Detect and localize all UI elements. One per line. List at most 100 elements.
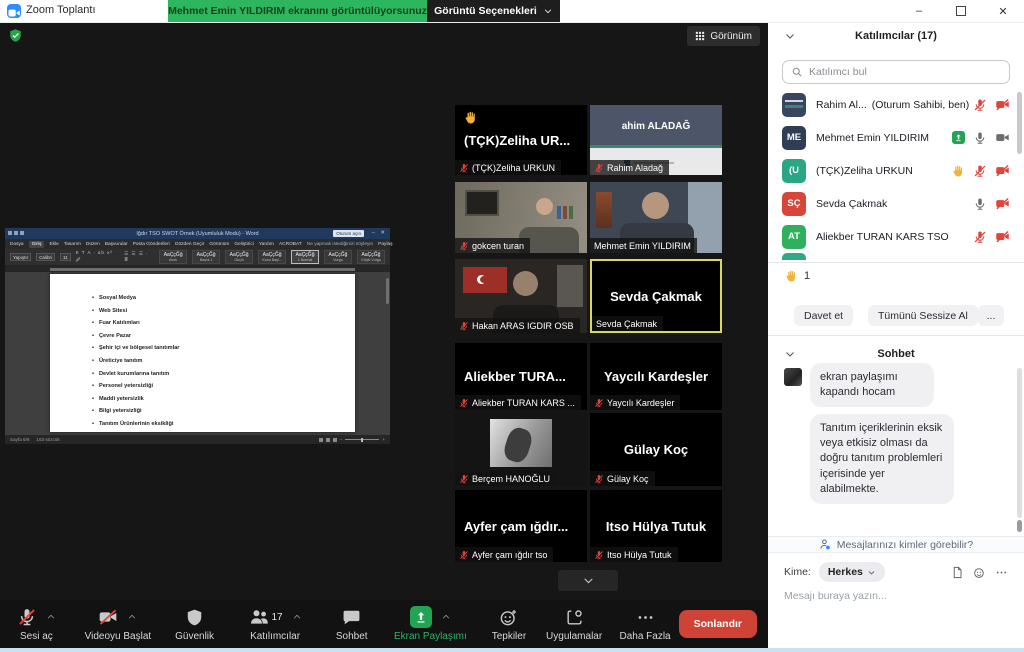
participant-row-zeliha[interactable]: (U (TÇK)Zeliha URKUN <box>768 154 1024 187</box>
more-dots-icon[interactable] <box>995 566 1008 579</box>
grid-view-icon <box>695 31 705 41</box>
end-meeting-button[interactable]: Sonlandır <box>679 610 757 638</box>
mic-muted-icon <box>459 398 469 408</box>
video-tile-zeliha[interactable]: (TÇK)Zeliha UR... (TÇK)Zeliha URKUN <box>455 105 587 175</box>
view-options-button[interactable]: Görüntü Seçenekleri <box>427 0 560 22</box>
mute-all-button[interactable]: Tümünü Sessize Al <box>868 305 978 326</box>
participants-button[interactable]: 17 Katılımcılar <box>226 600 324 648</box>
emoji-icon[interactable] <box>973 566 986 579</box>
avatar: AT <box>782 225 806 249</box>
tile-name-chip: Yaycılı Kardeşler <box>590 395 680 410</box>
word-style-normal: AaÇçĞğ1 Normal <box>291 250 319 265</box>
toolbar-label: Sohbet <box>336 631 368 642</box>
video-tile-sevda-active-speaker[interactable]: Sevda Çakmak Sevda Çakmak <box>590 259 722 333</box>
avatar: SÇ <box>782 192 806 216</box>
camera-off-icon <box>995 163 1010 178</box>
word-tab-giris: Giriş <box>29 241 45 248</box>
word-style-alinti: AaÇçĞğAlıntı <box>159 250 187 265</box>
avatar <box>782 93 806 117</box>
chat-scrollbar-thumb[interactable] <box>1017 520 1022 532</box>
minimize-button[interactable]: – <box>898 0 940 22</box>
camera-off-icon <box>995 97 1010 112</box>
apps-button[interactable]: Uygulamalar <box>537 600 612 648</box>
raised-hand-icon <box>784 269 798 283</box>
chevron-up-icon[interactable] <box>127 612 137 622</box>
participant-search-input[interactable]: Katılımcı bul <box>782 60 1010 84</box>
chat-privacy-note[interactable]: Mesajlarınızı kimler görebilir? <box>768 536 1024 553</box>
word-tab-gelistirici: Geliştirici <box>234 242 253 247</box>
word-word-count: 163 sözcük <box>36 437 59 442</box>
participant-row-mehmet[interactable]: ME Mehmet Emin YILDIRIM <box>768 121 1024 154</box>
word-style-vurgu: AaÇçĞğVurgu <box>324 250 352 265</box>
mic-muted-icon <box>459 550 469 560</box>
word-bullet: Bilgi yetersizliği <box>92 405 355 418</box>
word-style-konu: AaÇçĞğKonu Başl... <box>258 250 286 265</box>
participants-icon <box>249 607 269 627</box>
word-signin-button: Oturum açın <box>333 230 364 237</box>
chevron-up-icon[interactable] <box>441 612 451 622</box>
toolbar-label: Sesi aç <box>20 631 53 642</box>
word-titlebar: Iğdır TSO SWOT Örnek (Uyumluluk Modu) - … <box>5 228 390 239</box>
shield-icon <box>185 608 204 627</box>
close-button[interactable]: ✕ <box>982 0 1024 22</box>
invite-button[interactable]: Davet et <box>794 305 853 326</box>
participant-row-aliekber[interactable]: AT Aliekber TURAN KARS TSO <box>768 220 1024 253</box>
restore-button[interactable] <box>940 0 982 22</box>
word-tab-ekle: Ekle <box>49 242 58 247</box>
video-tile-yaycili[interactable]: Yaycılı Kardeşler Yaycılı Kardeşler <box>590 343 722 410</box>
participants-more-button[interactable]: ... <box>978 305 1004 326</box>
chat-to-label: Kime: <box>784 566 811 578</box>
chevron-up-icon[interactable] <box>46 612 56 622</box>
view-layout-button[interactable]: Görünüm <box>687 26 760 46</box>
video-tile-itso[interactable]: Itso Hülya Tutuk Itso Hülya Tutuk <box>590 490 722 562</box>
video-tile-gulay[interactable]: Gülay Koç Gülay Koç <box>590 413 722 486</box>
video-tile-hakan[interactable]: Hakan ARAS IGDIR OSB <box>455 259 587 333</box>
smiley-plus-icon <box>499 608 518 627</box>
mic-muted-icon <box>594 474 604 484</box>
video-tile-mehmet[interactable]: Mehmet Emin YILDIRIM <box>590 182 722 253</box>
start-video-button[interactable]: Videoyu Başlat <box>73 600 163 648</box>
video-tile-rahim[interactable]: ahim ALADAĞ Rahim Aladağ <box>590 105 722 175</box>
word-tab-duzen: Düzen <box>86 242 100 247</box>
chevron-down-icon <box>867 568 876 577</box>
chat-scrollbar[interactable] <box>1017 368 1022 518</box>
word-tab-gorunum: Görünüm <box>209 242 229 247</box>
chat-input[interactable]: Mesajı buraya yazın... <box>784 590 887 602</box>
video-thumbnail: ahim ALADAĞ <box>590 105 722 148</box>
share-border-strip <box>0 648 1024 652</box>
chat-message: Tanıtım içeriklerinin eksik veya etkisiz… <box>810 414 954 504</box>
video-tile-gokcen[interactable]: gokcen turan <box>455 182 587 253</box>
file-attach-icon[interactable] <box>951 566 964 579</box>
chevron-up-icon[interactable] <box>292 612 302 622</box>
word-zoom-slider: –+ <box>319 437 385 442</box>
video-tile-bercem[interactable]: Berçem HANOĞLU <box>455 413 587 486</box>
chat-button[interactable]: Sohbet <box>324 600 380 648</box>
mic-muted-icon <box>973 98 987 112</box>
chat-recipient-select[interactable]: Herkes <box>819 562 885 582</box>
reactions-button[interactable]: Tepkiler <box>481 600 537 648</box>
security-button[interactable]: Güvenlik <box>163 600 226 648</box>
more-button[interactable]: Daha Fazla <box>612 600 679 648</box>
video-tile-aliekber[interactable]: Aliekber TURA... Aliekber TURAN KARS ... <box>455 343 587 410</box>
word-tab-dosya: Dosya <box>10 242 24 247</box>
chat-compose-row: Kime: Herkes <box>784 562 1008 582</box>
participants-scrollbar[interactable] <box>1017 92 1022 154</box>
word-document-title: Iğdır TSO SWOT Örnek (Uyumluluk Modu) - … <box>136 231 258 237</box>
collapse-participants-icon[interactable] <box>784 30 796 42</box>
collapse-video-strip-button[interactable] <box>558 570 618 591</box>
mic-on-icon <box>973 131 987 145</box>
participant-row-sevda[interactable]: SÇ Sevda Çakmak <box>768 187 1024 220</box>
tile-name-chip: Itso Hülya Tutuk <box>590 547 678 562</box>
participant-row-rahim[interactable]: Rahim Al...(Oturum Sahibi, ben) <box>768 88 1024 121</box>
unmute-button[interactable]: Sesi aç <box>0 600 73 648</box>
partial-avatar <box>782 253 806 260</box>
zoom-app-icon <box>7 4 21 18</box>
avatar: ME <box>782 126 806 150</box>
video-tile-ayfer[interactable]: Ayfer çam ığdır... Ayfer çam ığdır tso <box>455 490 587 562</box>
word-tab-basvurular: Başvurular <box>105 242 128 247</box>
toolbar-label: Daha Fazla <box>619 631 670 642</box>
collapse-chat-icon[interactable] <box>784 348 796 360</box>
share-screen-button[interactable]: Ekran Paylaşımı <box>380 600 482 648</box>
word-tab-tasarim: Tasarım <box>64 242 81 247</box>
word-bullet: Sosyal Medya <box>92 292 355 305</box>
